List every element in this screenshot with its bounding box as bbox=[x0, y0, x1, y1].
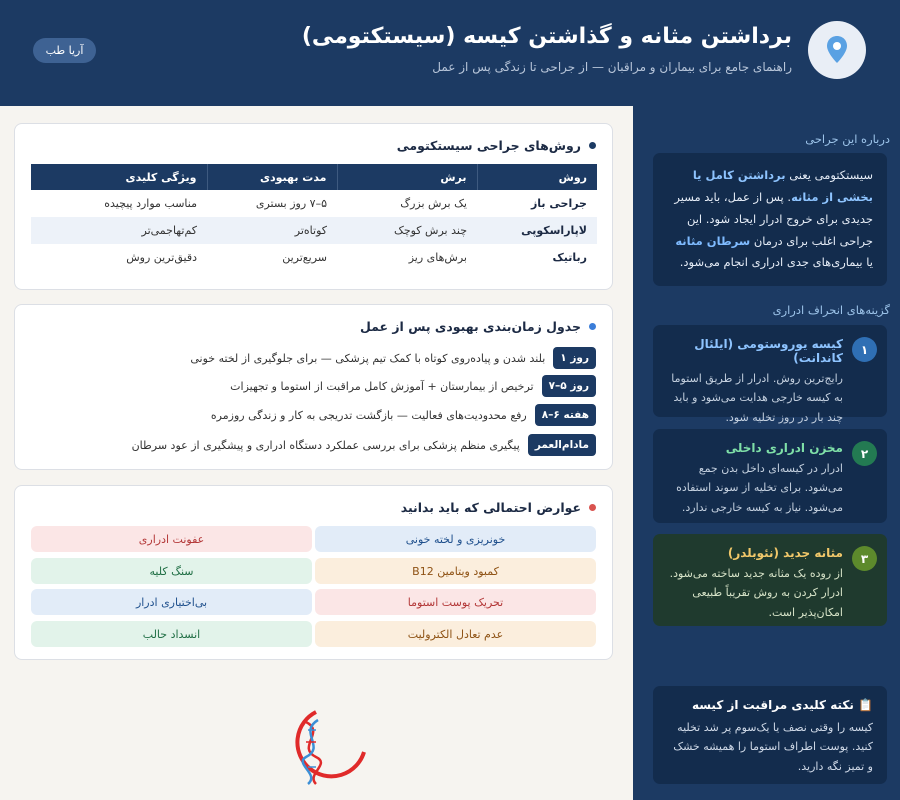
col-header-method: روش bbox=[476, 164, 597, 190]
timeline-heading: جدول زمان‌بندی بهبودی پس از عمل bbox=[360, 319, 596, 334]
table-cell: یک برش بزرگ bbox=[400, 197, 467, 210]
timeline-card: جدول زمان‌بندی بهبودی پس از عمل روز ۱ بل… bbox=[14, 304, 613, 470]
timeline-text: رفع محدودیت‌های فعالیت — بازگشت تدریجی ب… bbox=[210, 408, 527, 422]
number-badge: ۱ bbox=[852, 337, 877, 362]
complications-heading: عوارض احتمالی که باید بدانید bbox=[401, 500, 596, 515]
type-card-3: ۳ مثانه جدید (نئوبلدر) از روده یک مثانه … bbox=[653, 534, 887, 626]
table-cell: برش‌های ریز bbox=[408, 251, 467, 264]
complication-chip: عفونت ادراری bbox=[31, 526, 312, 552]
timeline-badge: مادام‌العمر bbox=[527, 434, 596, 456]
col-header-recovery: مدت بهبودی bbox=[206, 164, 337, 190]
type-card-1: ۱ کیسه یوروستومی (ایلئال کاندانت) رایج‌ت… bbox=[653, 325, 887, 424]
complication-chip: انسداد حالب bbox=[31, 621, 312, 647]
type-description: از روده یک مثانه جدید ساخته می‌شود. ادرا… bbox=[669, 567, 843, 619]
about-card: سیستکتومی یعنی برداشتن کامل یا بخشی از م… bbox=[653, 153, 887, 286]
table-cell: کم‌تهاجمی‌تر bbox=[31, 217, 207, 244]
table-cell: سریع‌ترین bbox=[282, 251, 327, 264]
brand-button[interactable]: آریا طب bbox=[33, 38, 96, 63]
care-tip-title: 📋 نکته کلیدی مراقبت از کیسه bbox=[691, 698, 873, 712]
complication-chip: کمبود ویتامین B12 bbox=[315, 558, 596, 584]
methods-heading: روش‌های جراحی سیستکتومی bbox=[397, 138, 596, 153]
about-heading: درباره این جراحی bbox=[805, 132, 890, 146]
timeline-heading-text: جدول زمان‌بندی بهبودی پس از عمل bbox=[359, 319, 581, 334]
timeline-item: روز ۵–۷ ترخیص از بیمارستان + آموزش کامل … bbox=[31, 374, 596, 398]
table-cell: کوتاه‌تر bbox=[207, 217, 337, 244]
type-description: رایج‌ترین روش. ادرار از طریق استوما به ک… bbox=[671, 372, 843, 424]
page-title: برداشتن مثانه و گذاشتن کیسه (سیستکتومی) bbox=[301, 24, 792, 49]
dna-helix-logo bbox=[286, 702, 372, 788]
table-cell: لاپاراسکوپی bbox=[477, 217, 597, 244]
table-row: رباتیک برش‌های ریز سریع‌ترین دقیق‌ترین ر… bbox=[31, 244, 597, 271]
timeline-text: پیگیری منظم پزشکی برای بررسی عملکرد دستگ… bbox=[131, 438, 520, 452]
col-header-incision: برش bbox=[336, 164, 477, 190]
table-cell: جراحی باز bbox=[530, 197, 587, 210]
bullet-dot-icon bbox=[589, 504, 596, 511]
about-highlight: سرطان مثانه bbox=[675, 233, 751, 248]
methods-table: روش برش مدت بهبودی ویژگی کلیدی جراحی باز… bbox=[31, 164, 597, 271]
timeline-item: مادام‌العمر پیگیری منظم پزشکی برای بررسی… bbox=[31, 433, 596, 457]
timeline-badge: روز ۵–۷ bbox=[541, 375, 596, 397]
complications-card: عوارض احتمالی که باید بدانید خونریزی و ل… bbox=[14, 485, 613, 660]
table-cell: دقیق‌ترین روش bbox=[126, 251, 197, 264]
sidebar: درباره این جراحی سیستکتومی یعنی برداشتن … bbox=[633, 106, 900, 800]
about-text: سیستکتومی یعنی bbox=[789, 168, 873, 182]
location-pin-icon bbox=[808, 21, 866, 79]
complication-chip: بی‌اختیاری ادرار bbox=[31, 589, 312, 615]
table-cell: چند برش کوچک bbox=[337, 217, 477, 244]
table-cell: رباتیک bbox=[552, 251, 587, 264]
type-title: مثانه جدید (نئوبلدر) bbox=[727, 546, 843, 560]
number-badge: ۳ bbox=[852, 546, 877, 571]
methods-card: روش‌های جراحی سیستکتومی روش برش مدت بهبو… bbox=[14, 123, 613, 290]
complication-chip: عدم تعادل الکترولیت bbox=[315, 621, 596, 647]
type-card-2: ۲ مخزن ادراری داخلی ادرار در کیسه‌ای داخ… bbox=[653, 429, 887, 523]
table-cell: مناسب موارد پیچیده bbox=[104, 197, 197, 210]
timeline-badge: هفته ۶–۸ bbox=[534, 404, 596, 426]
table-cell: ۵–۷ روز بستری bbox=[255, 197, 327, 210]
care-tip-text: کیسه را وقتی نصف یا یک‌سوم پر شد تخلیه ک… bbox=[673, 721, 873, 773]
timeline-text: ترخیص از بیمارستان + آموزش کامل مراقبت ا… bbox=[230, 379, 534, 393]
types-heading: گزینه‌های انحراف ادراری bbox=[772, 303, 890, 317]
page-subtitle: راهنمای جامع برای بیماران و مراقبان — از… bbox=[432, 60, 792, 74]
page-header: برداشتن مثانه و گذاشتن کیسه (سیستکتومی) … bbox=[0, 0, 900, 106]
complication-chip: سنگ کلیه bbox=[31, 558, 312, 584]
number-badge: ۲ bbox=[852, 441, 877, 466]
care-tip-card: 📋 نکته کلیدی مراقبت از کیسه کیسه را وقتی… bbox=[653, 686, 887, 784]
complication-chip: تحریک پوست استوما bbox=[315, 589, 596, 615]
complications-heading-text: عوارض احتمالی که باید بدانید bbox=[400, 500, 581, 515]
type-description: ادرار در کیسه‌ای داخل بدن جمع می‌شود. بر… bbox=[676, 462, 843, 514]
timeline-badge: روز ۱ bbox=[553, 347, 596, 369]
type-title: کیسه یوروستومی (ایلئال کاندانت) bbox=[694, 337, 843, 365]
complication-chip: خونریزی و لخته خونی bbox=[315, 526, 596, 552]
table-row: جراحی باز یک برش بزرگ ۵–۷ روز بستری مناس… bbox=[31, 190, 597, 217]
about-text: یا بیماری‌های جدی ادراری انجام می‌شود. bbox=[679, 255, 873, 270]
table-row: لاپاراسکوپی چند برش کوچک کوتاه‌تر کم‌تها… bbox=[31, 217, 597, 244]
timeline-item: روز ۱ بلند شدن و پیاده‌روی کوتاه با کمک … bbox=[31, 346, 596, 370]
type-title: مخزن ادراری داخلی bbox=[725, 441, 843, 455]
col-header-feature: ویژگی کلیدی bbox=[31, 164, 207, 190]
methods-heading-text: روش‌های جراحی سیستکتومی bbox=[396, 138, 581, 153]
timeline-text: بلند شدن و پیاده‌روی کوتاه با کمک تیم پز… bbox=[190, 351, 546, 365]
timeline-item: هفته ۶–۸ رفع محدودیت‌های فعالیت — بازگشت… bbox=[31, 403, 596, 427]
bullet-dot-icon bbox=[589, 142, 596, 149]
bullet-dot-icon bbox=[589, 323, 596, 330]
